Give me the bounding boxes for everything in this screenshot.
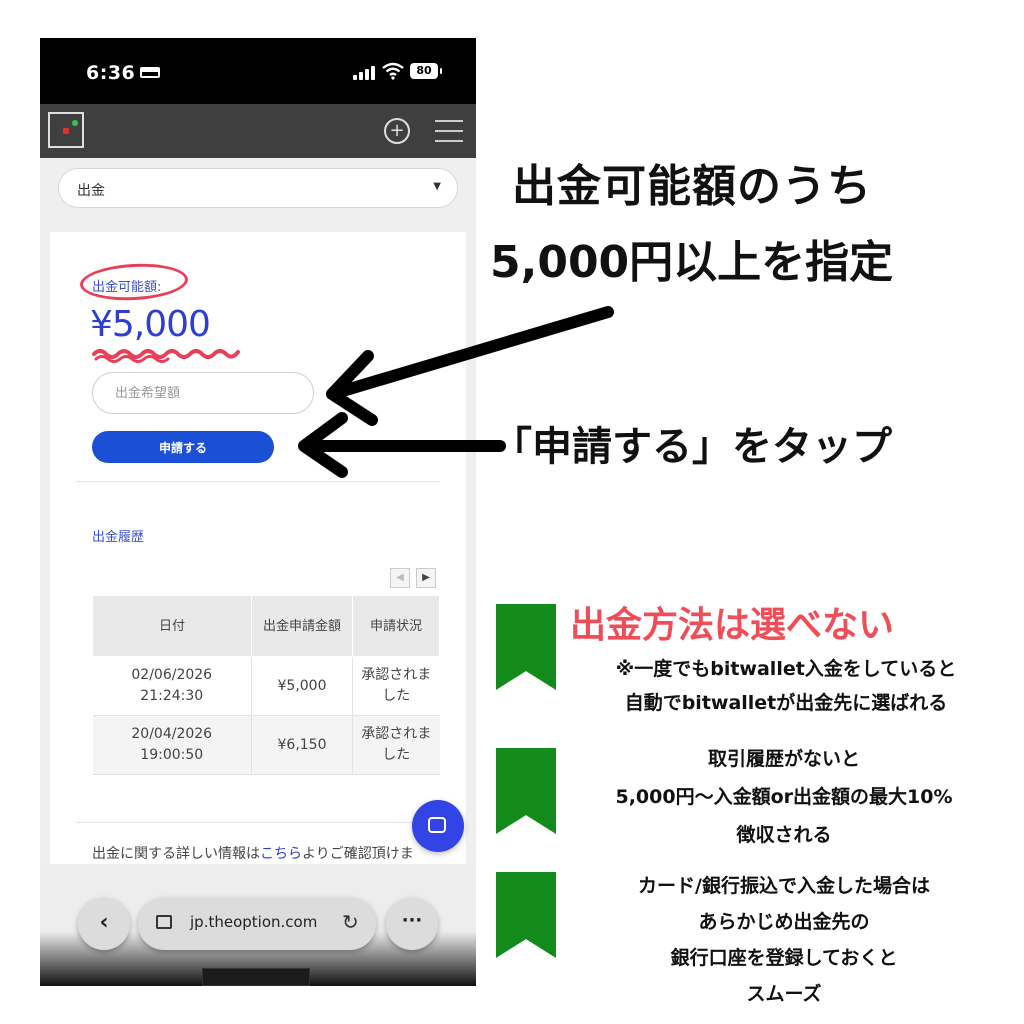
- table-row: 20/04/2026 19:00:50 ¥6,150 承認されました: [92, 715, 440, 775]
- browser-url-bar[interactable]: jp.theoption.com ↻: [138, 898, 376, 950]
- apply-button[interactable]: 申請する: [92, 431, 274, 463]
- table-row: 02/06/2026 21:24:30 ¥5,000 承認されました: [92, 656, 440, 716]
- withdraw-history-table: 日付 出金申請金額 申請状況 02/06/2026 21:24:30 ¥5,000…: [92, 595, 440, 775]
- column-header-status: 申請状況: [352, 595, 440, 657]
- row-amount: ¥5,000: [251, 656, 353, 716]
- row-datetime: 20/04/2026 19:00:50: [92, 715, 252, 775]
- row-datetime: 02/06/2026 21:24:30: [92, 656, 252, 716]
- next-page-button[interactable]: ▶: [416, 568, 436, 588]
- annotation-tap-instruction: 「申請する」をタップ: [492, 424, 892, 470]
- reload-icon[interactable]: ↻: [342, 910, 359, 934]
- page-content: 出金 ▼ 出金可能額: ¥5,000 申請する 出金履歴 ◀ ▶ 日: [40, 158, 476, 986]
- chat-support-button[interactable]: [412, 800, 464, 852]
- phone-screenshot: 6:36 80 + 出金 ▼ 出金可能額: ¥5,000 出金希望額 申請する …: [40, 38, 476, 986]
- annotation-note-bank: カード/銀行振込で入金した場合は あらかじめ出金先の 銀行口座を登録しておくと …: [638, 875, 930, 1005]
- annotation-cannot-choose: 出金方法は選べない: [570, 605, 895, 646]
- column-header-amount: 出金申請金額: [251, 595, 353, 657]
- annotation-headline-1: 出金可能額のうち: [512, 161, 872, 212]
- status-bar: 6:36 80: [40, 38, 476, 104]
- plus-circle-button[interactable]: +: [384, 118, 410, 144]
- annotation-note-bitwallet: ※一度でもbitwallet入金をしていると 自動でbitwalletが出金先に…: [615, 658, 957, 714]
- browser-back-button[interactable]: ‹: [78, 898, 130, 950]
- row-amount: ¥6,150: [251, 715, 353, 775]
- table-pager: ◀ ▶: [390, 568, 440, 588]
- wifi-icon: [382, 62, 404, 80]
- page-settings-icon[interactable]: [156, 915, 172, 929]
- divider: [76, 481, 440, 482]
- highlight-underline-squiggle: [92, 349, 240, 363]
- divider: [76, 822, 440, 823]
- status-time: 6:36: [86, 62, 136, 84]
- green-bookmark-icon: [496, 872, 556, 958]
- green-bookmark-icon: [496, 604, 556, 690]
- cellular-signal-icon: [353, 66, 375, 80]
- row-status: 承認されました: [352, 715, 440, 775]
- prev-page-button[interactable]: ◀: [390, 568, 410, 588]
- tab-preview: [202, 968, 310, 986]
- caret-down-icon: ▼: [433, 181, 441, 192]
- browser-more-button[interactable]: ···: [386, 898, 438, 950]
- withdraw-amount-input[interactable]: [92, 372, 314, 414]
- site-navbar: +: [40, 104, 476, 158]
- withdraw-type-select[interactable]: 出金 ▼: [58, 168, 458, 208]
- withdraw-history-title[interactable]: 出金履歴: [92, 526, 144, 545]
- sleep-mode-icon: [140, 67, 160, 78]
- green-bookmark-icon: [496, 748, 556, 834]
- info-link[interactable]: こちら: [260, 846, 302, 862]
- battery-icon: 80: [410, 63, 442, 79]
- column-header-date: 日付: [92, 595, 252, 657]
- available-amount-value: ¥5,000: [90, 304, 211, 345]
- annotation-headline-2: 5,000円以上を指定: [490, 237, 894, 288]
- highlight-circle: [79, 261, 189, 303]
- url-text: jp.theoption.com: [190, 913, 318, 931]
- annotation-note-fee: 取引履歴がないと 5,000円〜入金額or出金額の最大10% 徴収される: [615, 748, 953, 846]
- hamburger-menu-icon[interactable]: [435, 120, 463, 142]
- site-logo[interactable]: [48, 112, 84, 148]
- select-value: 出金: [77, 183, 105, 199]
- row-status: 承認されました: [352, 656, 440, 716]
